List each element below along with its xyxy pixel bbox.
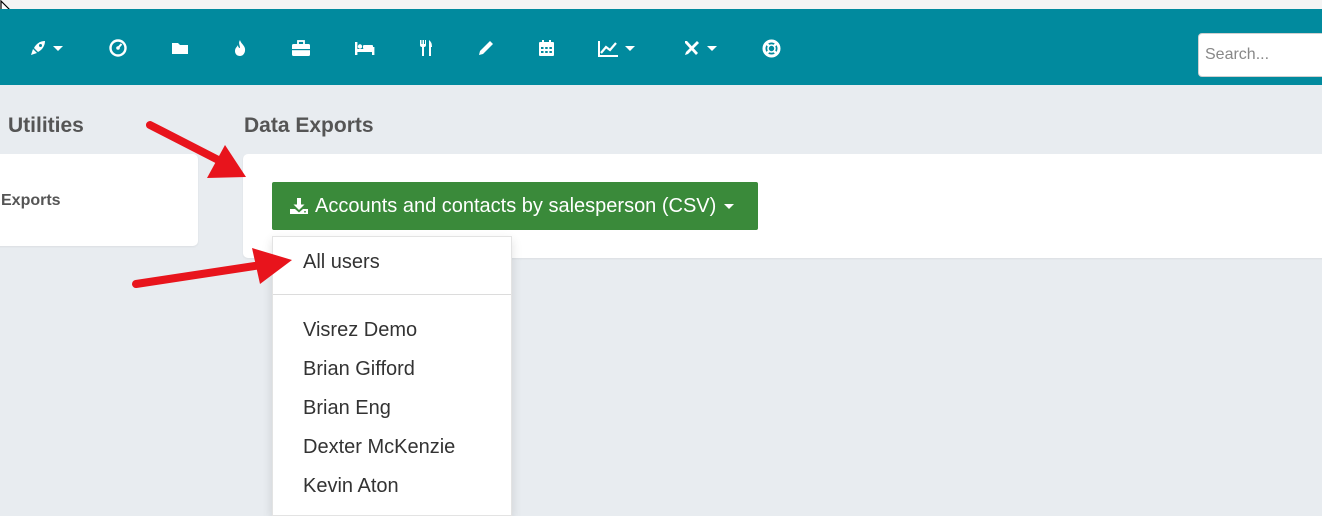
export-user-dropdown: All users Visrez Demo Brian Gifford Bria… — [272, 236, 512, 516]
export-button-label: Accounts and contacts by salesperson (CS… — [315, 194, 717, 217]
folder-icon — [171, 40, 189, 56]
rocket-icon — [29, 39, 47, 57]
briefcase-icon — [291, 39, 311, 57]
utensils-icon — [418, 39, 434, 57]
nav-rocket-menu[interactable] — [29, 37, 63, 59]
dropdown-item-user[interactable]: Dexter McKenzie — [303, 436, 455, 459]
nav-folders[interactable] — [171, 37, 189, 59]
nav-reports-menu[interactable] — [598, 37, 635, 59]
nav-calendar[interactable] — [538, 37, 555, 59]
chevron-down-icon — [625, 45, 635, 51]
chevron-down-icon — [53, 45, 63, 51]
export-accounts-contacts-button[interactable]: Accounts and contacts by salesperson (CS… — [272, 182, 758, 230]
nav-notes[interactable] — [477, 37, 495, 59]
chevron-down-icon — [707, 45, 717, 51]
chart-line-icon — [598, 40, 619, 57]
dropdown-item-user[interactable]: Brian Gifford — [303, 358, 415, 381]
search-input[interactable] — [1198, 33, 1322, 77]
nav-dining[interactable] — [418, 37, 434, 59]
dropdown-item-user[interactable]: Brian Eng — [303, 397, 391, 420]
pencil-icon — [477, 39, 495, 57]
sidebar-title: Utilities — [8, 114, 84, 137]
nav-tools-menu[interactable] — [682, 37, 717, 59]
download-icon — [289, 197, 309, 215]
fire-icon — [232, 39, 248, 57]
dropdown-divider — [273, 294, 511, 295]
dropdown-item-all-users[interactable]: All users — [303, 251, 380, 274]
sidebar-item-exports[interactable]: Exports — [1, 192, 61, 210]
nav-lodging[interactable] — [354, 37, 375, 59]
life-ring-icon — [762, 39, 781, 58]
dropdown-item-user[interactable]: Kevin Aton — [303, 475, 399, 498]
nav-jobs[interactable] — [291, 37, 311, 59]
top-navbar — [0, 9, 1322, 85]
dropdown-item-user[interactable]: Visrez Demo — [303, 319, 417, 342]
nav-help[interactable] — [762, 37, 781, 59]
tachometer-icon — [109, 39, 127, 57]
page-title: Data Exports — [244, 114, 374, 137]
calendar-icon — [538, 39, 555, 57]
sidebar-panel: Exports — [0, 154, 198, 246]
chevron-down-icon — [724, 203, 735, 209]
nav-hot[interactable] — [232, 37, 248, 59]
nav-dashboard[interactable] — [109, 37, 127, 59]
bed-icon — [354, 41, 375, 55]
tools-icon — [682, 39, 701, 57]
